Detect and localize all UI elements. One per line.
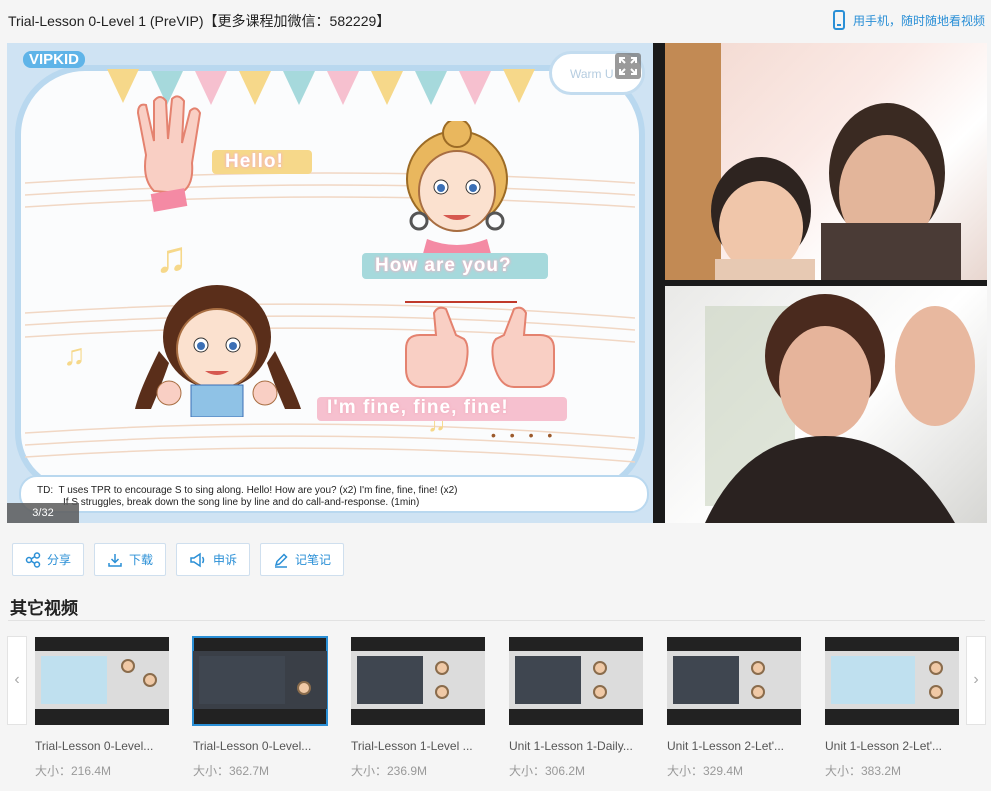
video-card[interactable]: Unit 1-Lesson 2-Let'... 大小：383.2M	[825, 637, 959, 779]
video-size: 大小：306.2M	[509, 764, 586, 778]
video-thumbnail[interactable]	[509, 637, 643, 725]
teacher-cartoon	[406, 121, 508, 261]
video-card[interactable]: Trial-Lesson 0-Level... 大小：216.4M	[35, 637, 169, 779]
video-title[interactable]: Trial-Lesson 0-Level...	[193, 739, 327, 753]
pencil-icon	[274, 552, 288, 568]
appeal-label: 申诉	[213, 553, 238, 567]
waving-hand-icon	[136, 95, 202, 212]
teacher-note: TD: T uses TPR to encourage S to sing al…	[19, 475, 649, 513]
lesson-slide: VIPKID Hello! How are you? ♫ ♫ ♫ I'm fin…	[7, 43, 653, 523]
page-indicator: 3/32	[7, 503, 79, 523]
underline-decoration	[405, 301, 517, 303]
note-prefix: TD:	[37, 485, 54, 496]
video-title[interactable]: Trial-Lesson 1-Level ...	[351, 739, 485, 753]
music-note-icon: ♫	[155, 233, 188, 282]
download-button[interactable]: 下载	[94, 543, 167, 576]
chevron-right-icon: ›	[973, 671, 979, 688]
take-notes-button[interactable]: 记笔记	[260, 543, 345, 576]
share-label: 分享	[47, 553, 72, 567]
action-bar: 分享 下载 申诉 记笔记	[12, 543, 354, 576]
take-notes-label: 记笔记	[295, 553, 332, 567]
video-thumbnail[interactable]	[35, 637, 169, 725]
lyric-how-are-you: How are you?	[375, 255, 512, 276]
carousel-prev-button[interactable]: ‹	[7, 636, 27, 725]
page-title: Trial-Lesson 0-Level 1 (PreVIP)【更多课程加微信：…	[8, 13, 391, 29]
video-thumbnail[interactable]	[192, 636, 328, 726]
download-label: 下载	[129, 553, 154, 567]
lyric-hello: Hello!	[225, 151, 284, 172]
girl-cartoon	[135, 285, 301, 417]
download-icon	[108, 553, 122, 567]
video-size: 大小：236.9M	[351, 764, 428, 778]
dots-decoration: • • • •	[491, 427, 558, 443]
chevron-left-icon: ‹	[14, 671, 20, 688]
other-videos-title: 其它视频	[10, 599, 78, 618]
note-line-1: T uses TPR to encourage S to sing along.…	[58, 485, 458, 496]
video-title[interactable]: Unit 1-Lesson 2-Let'...	[667, 739, 801, 753]
video-size: 大小：216.4M	[35, 764, 112, 778]
mobile-view-label: 用手机，随时随地看视频	[852, 13, 985, 28]
section-divider	[8, 620, 985, 621]
video-thumbnail[interactable]	[825, 637, 959, 725]
share-button[interactable]: 分享	[12, 543, 85, 576]
note-line-2: If S struggles, break down the song line…	[63, 497, 420, 508]
teacher-camera	[665, 286, 987, 523]
video-size: 大小：383.2M	[825, 764, 902, 778]
appeal-button[interactable]: 申诉	[176, 543, 251, 576]
music-note-icon-small: ♫	[63, 339, 86, 372]
video-title[interactable]: Trial-Lesson 0-Level...	[35, 739, 169, 753]
video-card[interactable]: Unit 1-Lesson 2-Let'... 大小：329.4M	[667, 637, 801, 779]
student-video-frame	[665, 43, 961, 280]
thumbs-up-icon	[405, 306, 555, 388]
student-camera	[665, 43, 987, 280]
share-icon	[25, 551, 41, 568]
carousel-next-button[interactable]: ›	[966, 636, 986, 725]
title-bar: Trial-Lesson 0-Level 1 (PreVIP)【更多课程加微信：…	[0, 0, 991, 40]
fullscreen-button[interactable]	[615, 53, 641, 79]
teacher-video-frame	[705, 294, 975, 523]
video-player[interactable]: VIPKID Hello! How are you? ♫ ♫ ♫ I'm fin…	[7, 43, 987, 523]
video-thumbnail[interactable]	[667, 637, 801, 725]
megaphone-icon	[190, 552, 205, 567]
lyric-im-fine: I'm fine, fine, fine!	[327, 397, 509, 418]
fullscreen-icon	[619, 57, 637, 75]
video-card[interactable]: Trial-Lesson 0-Level... 大小：362.7M	[192, 636, 328, 779]
phone-icon	[832, 10, 845, 30]
video-size: 大小：329.4M	[667, 764, 744, 778]
video-title[interactable]: Unit 1-Lesson 1-Daily...	[509, 739, 643, 753]
vipkid-logo: VIPKID	[23, 51, 86, 68]
video-card[interactable]: Unit 1-Lesson 1-Daily... 大小：306.2M	[509, 637, 643, 779]
video-size: 大小：362.7M	[193, 764, 270, 778]
mobile-view-link[interactable]: 用手机，随时随地看视频	[832, 10, 985, 30]
video-thumbnail[interactable]	[351, 637, 485, 725]
video-title[interactable]: Unit 1-Lesson 2-Let'...	[825, 739, 959, 753]
video-card[interactable]: Trial-Lesson 1-Level ... 大小：236.9M	[351, 637, 485, 779]
